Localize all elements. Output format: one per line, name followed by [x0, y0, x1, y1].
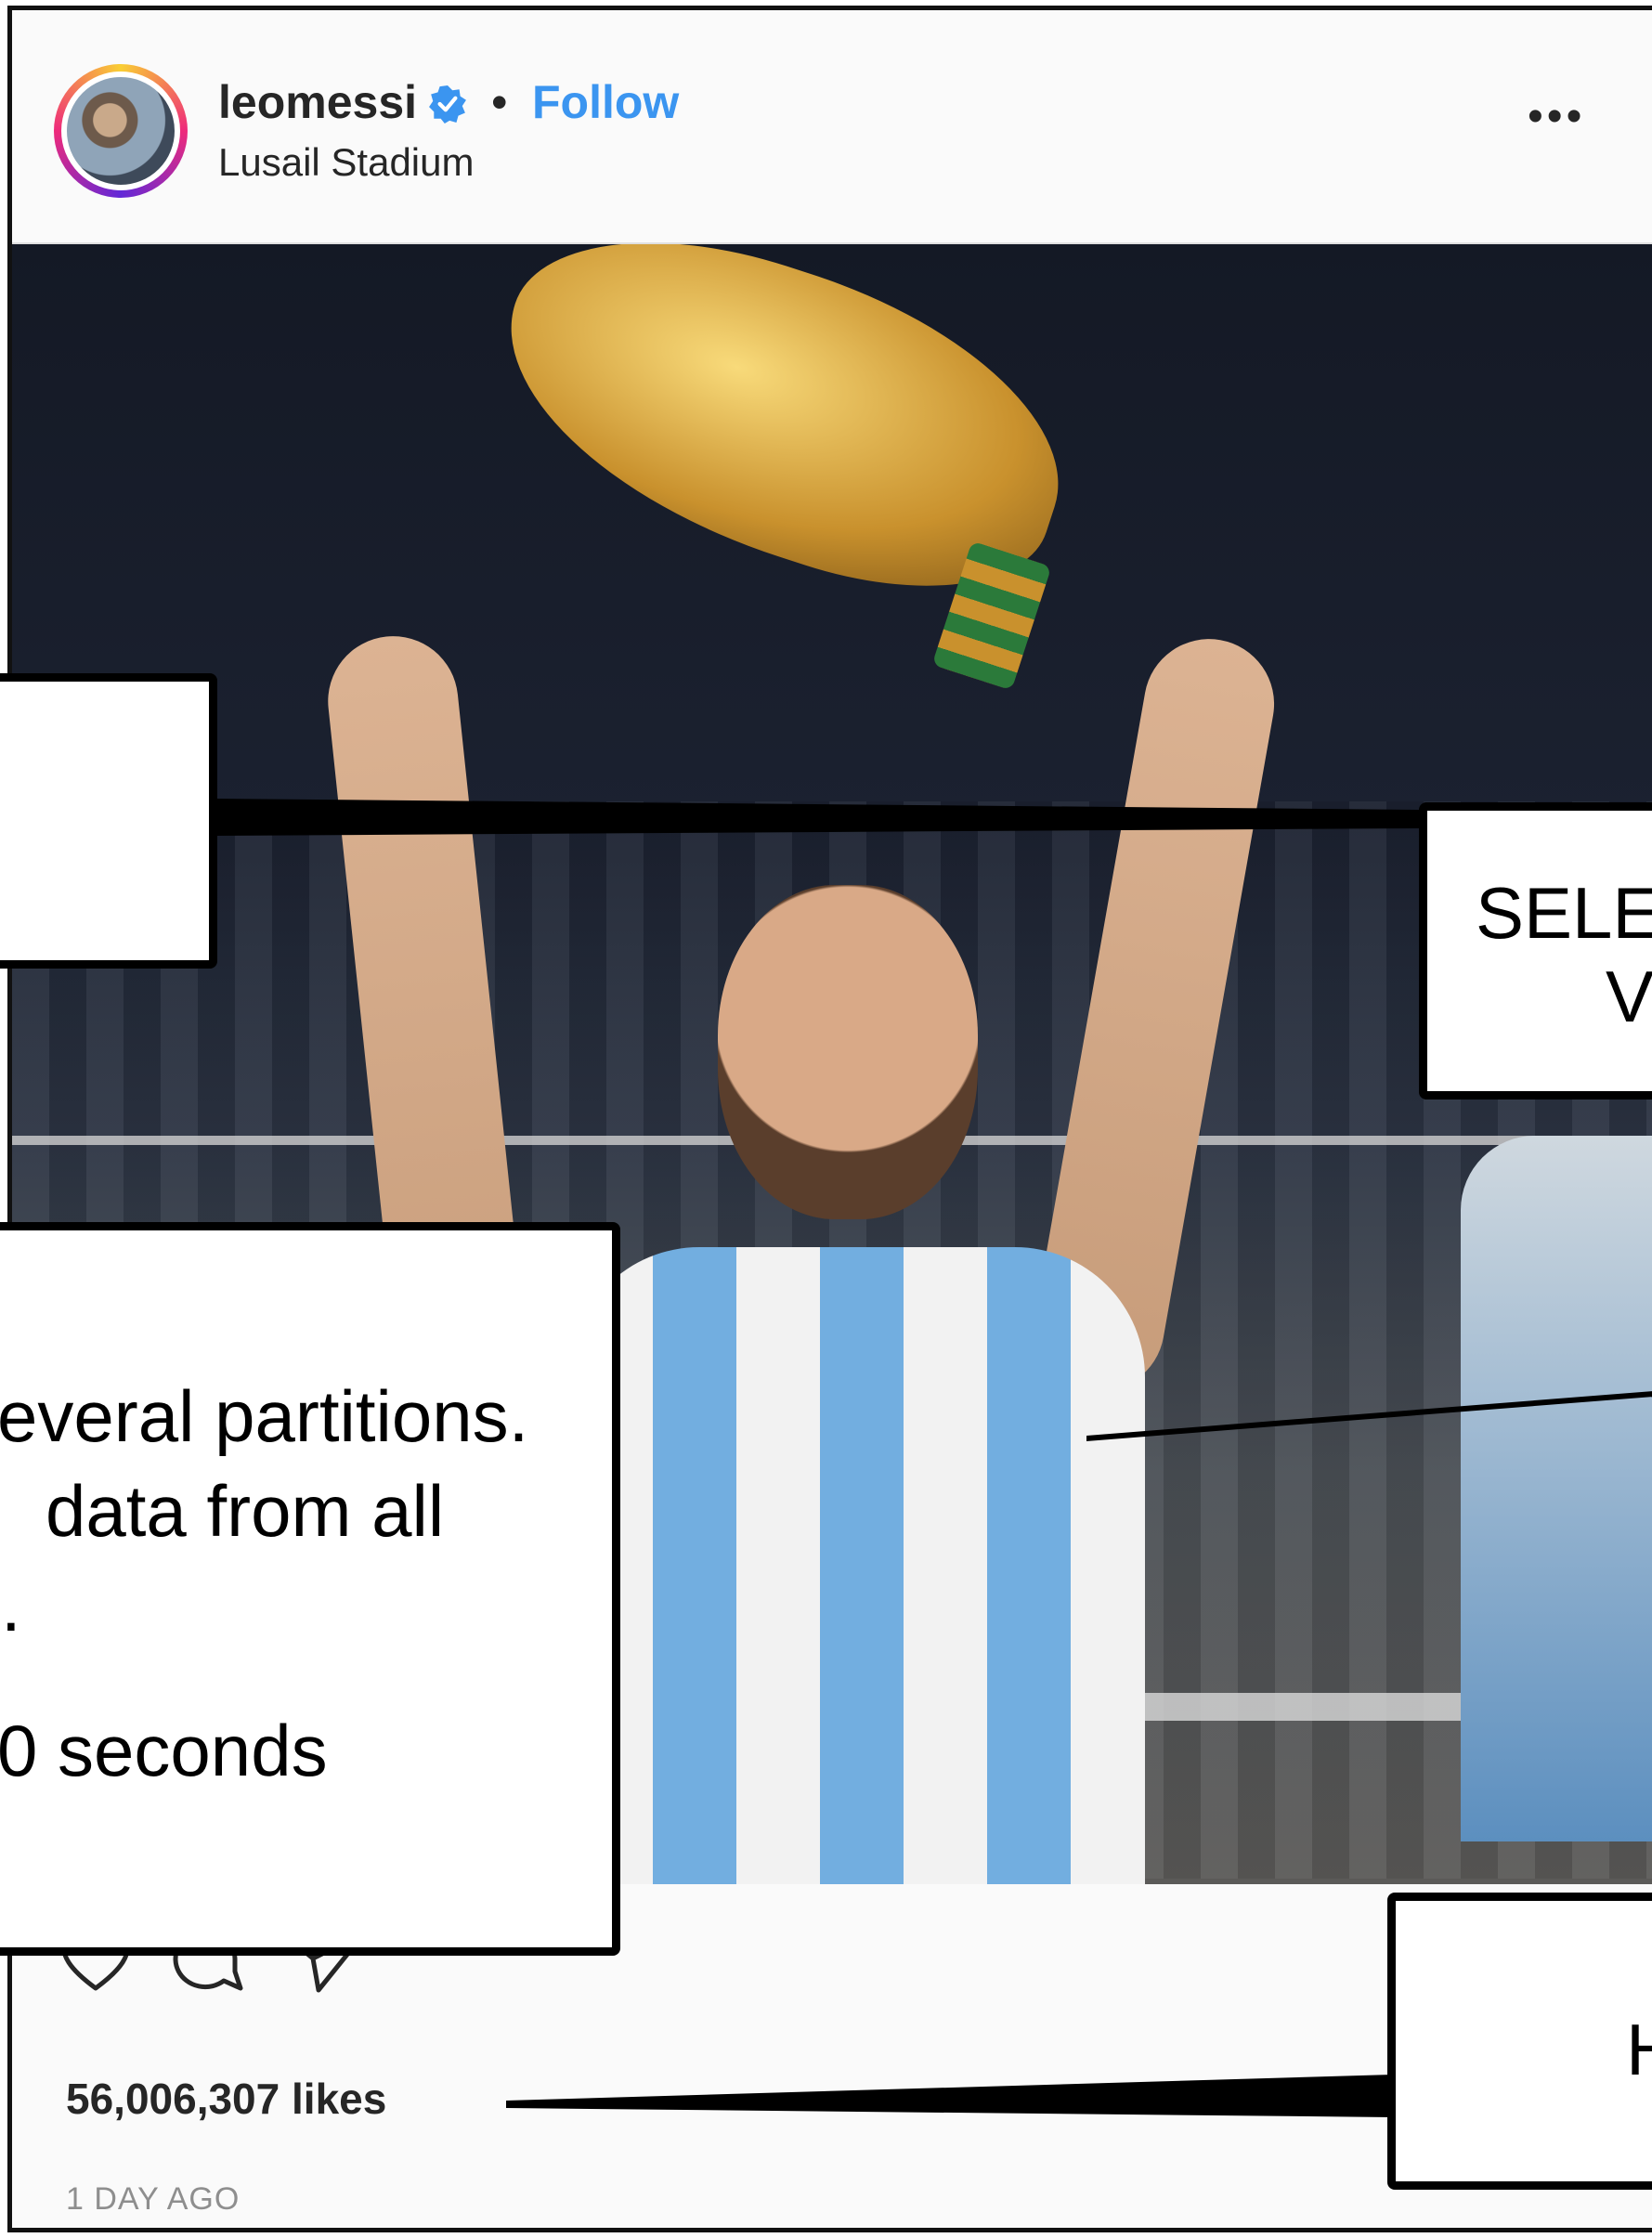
callout-middle-left: everal partitions. data from all . 0 sec…	[0, 1222, 620, 1956]
username[interactable]: leomessi	[218, 75, 417, 129]
story-ring[interactable]	[54, 64, 188, 198]
callout-top-right: SELE V	[1419, 802, 1652, 1099]
post-date: 1 DAY AGO	[66, 2181, 241, 2217]
callout-bottom-right-text: H	[1626, 2003, 1652, 2096]
callout-bottom-right: H	[1387, 1893, 1652, 2190]
callout-top-left	[0, 673, 217, 969]
follow-button[interactable]: Follow	[532, 75, 679, 129]
callout-middle-left-line3: .	[1, 1565, 21, 1646]
callout-middle-left-line4: 0 seconds	[0, 1710, 328, 1791]
callout-middle-left-line1: everal partitions.	[0, 1375, 529, 1457]
more-options-button[interactable]: •••	[1528, 95, 1585, 139]
callout-middle-left-line2: data from all	[46, 1470, 445, 1552]
callout-top-right-line1: SELE	[1476, 872, 1652, 954]
player-jersey	[569, 1247, 1145, 1884]
likes-count[interactable]: 56,006,307 likes	[66, 2074, 386, 2124]
verified-badge-icon	[429, 85, 466, 124]
location-link[interactable]: Lusail Stadium	[218, 140, 474, 185]
teammate-figure	[1461, 1136, 1652, 1841]
callout-top-right-line2: V	[1606, 956, 1652, 1037]
post-header: leomessi • Follow Lusail Stadium •••	[12, 10, 1652, 244]
player-head	[718, 885, 978, 1219]
avatar[interactable]	[61, 72, 180, 190]
separator-dot: •	[491, 76, 508, 128]
